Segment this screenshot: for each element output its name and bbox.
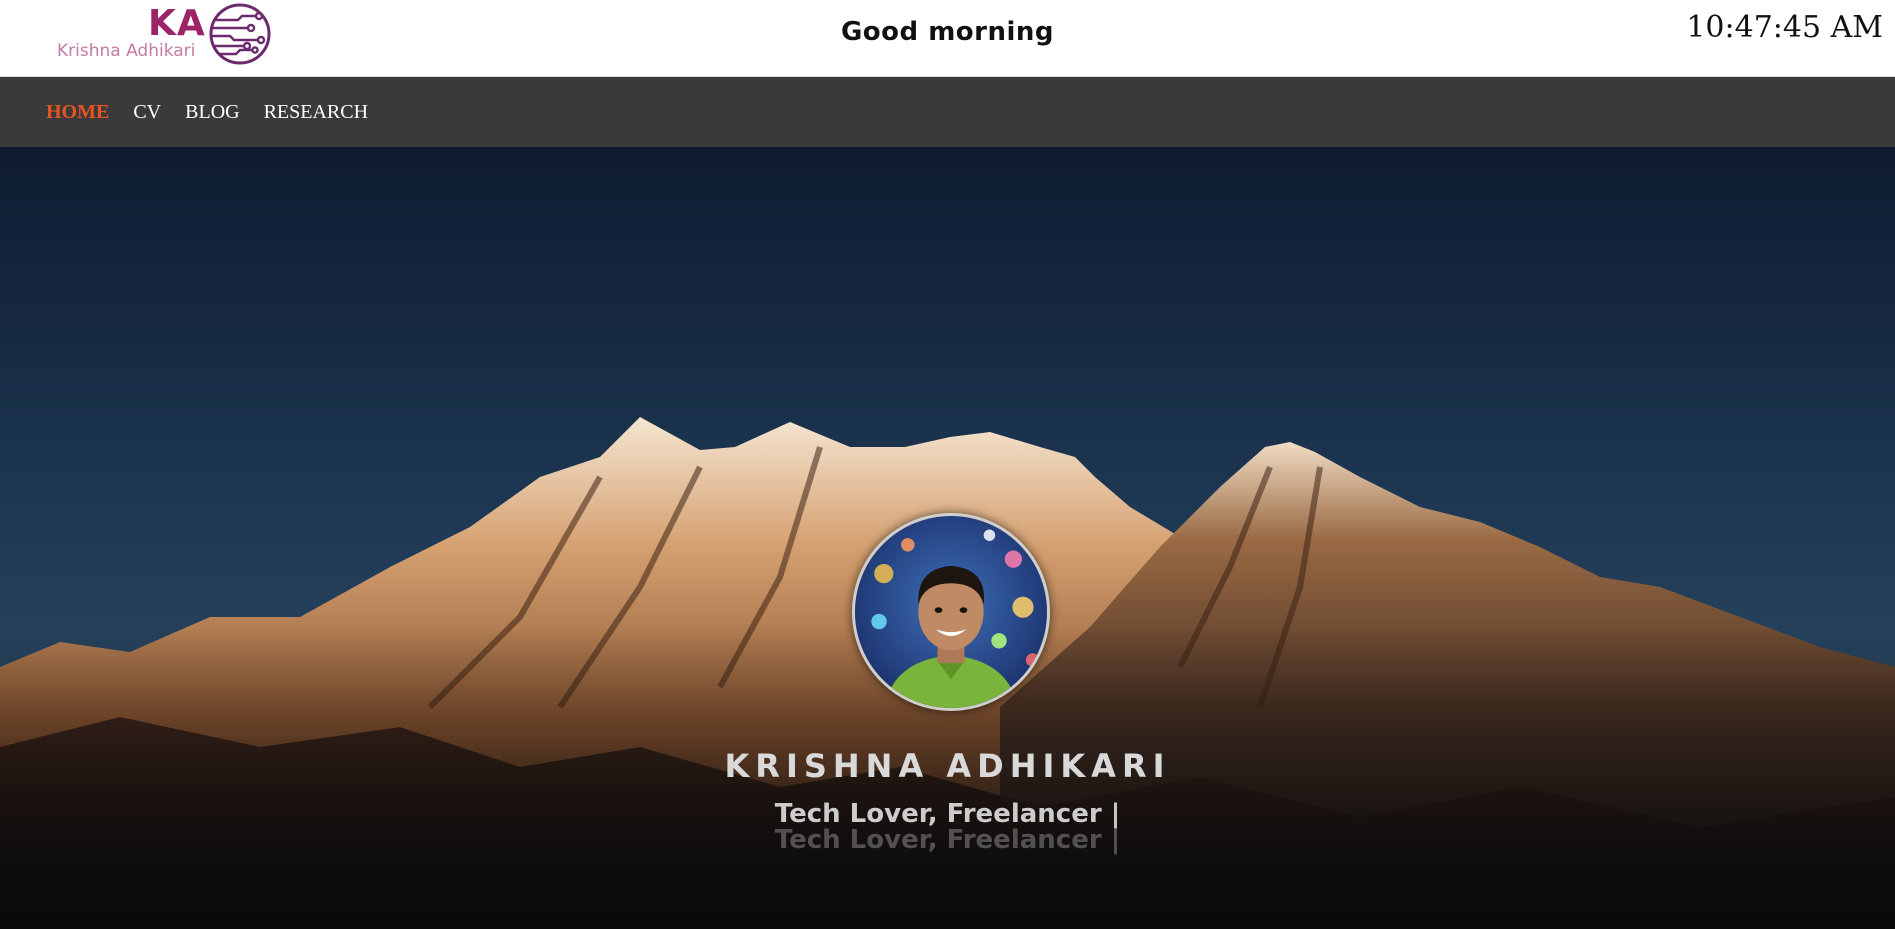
tagline-container: Tech Lover, Freelancer | Tech Lover, Fre… xyxy=(0,799,1895,855)
nav-blog[interactable]: BLOG xyxy=(185,99,239,125)
nav-research[interactable]: RESEARCH xyxy=(264,99,368,125)
circuit-globe-icon xyxy=(209,3,271,65)
profile-photo xyxy=(855,516,1047,708)
hero-tagline-reflection: Tech Lover, Freelancer | xyxy=(774,825,1121,855)
hero-name: KRISHNA ADHIKARI xyxy=(724,747,1171,785)
nav-home[interactable]: HOME xyxy=(46,99,109,125)
top-header: KA Krishna Adhikari Good morning 10:47:4… xyxy=(0,0,1895,77)
avatar xyxy=(852,513,1050,711)
logo-name: Krishna Adhikari xyxy=(57,41,196,61)
nav-list: HOME CV BLOG RESEARCH xyxy=(46,99,392,125)
clock: 10:47:45 AM xyxy=(1686,10,1883,45)
greeting-text: Good morning xyxy=(840,17,1055,47)
hero-section: KRISHNA ADHIKARI Tech Lover, Freelancer … xyxy=(0,147,1895,929)
logo-initials: KA xyxy=(148,3,206,44)
site-logo[interactable]: KA Krishna Adhikari xyxy=(56,2,276,66)
nav-cv[interactable]: CV xyxy=(133,99,161,125)
main-nav: HOME CV BLOG RESEARCH xyxy=(0,77,1895,147)
